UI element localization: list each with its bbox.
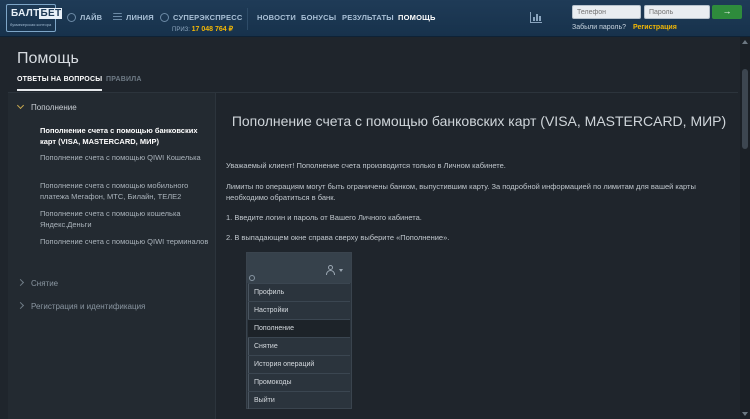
arrow-right-icon: → (722, 6, 732, 16)
jackpot: ПРИЗ: 17 048 764 ₽ (172, 26, 234, 33)
menu-item: Снятие (248, 337, 350, 355)
menu-item: Настройки (248, 301, 350, 319)
article-title: Пополнение счета с помощью банковских ка… (231, 113, 727, 129)
jackpot-value: 17 048 764 ₽ (191, 26, 234, 33)
user-icon (326, 265, 335, 275)
tab-faq[interactable]: ОТВЕТЫ НА ВОПРОСЫ (17, 76, 103, 91)
menu-item: Промокоды (248, 373, 350, 391)
paragraph: 2. В выпадающем окне справа сверху выбер… (226, 233, 450, 242)
login-button[interactable]: → (712, 5, 742, 19)
top-bar: БАЛТБЕТ букмекерская контора ЛАЙВ ЛИНИЯ … (0, 0, 750, 37)
scroll-up-icon[interactable] (742, 40, 748, 44)
nav-line[interactable]: ЛИНИЯ (113, 13, 154, 22)
nav-news[interactable]: НОВОСТИ (257, 13, 296, 22)
paragraph: Лимиты по операциям могут быть ограничен… (226, 182, 696, 202)
forgot-password-link[interactable]: Забыли пароль? (572, 24, 626, 31)
illustration-account-menu: Профиль Настройки Пополнение Снятие Исто… (246, 252, 352, 409)
register-link[interactable]: Регистрация (633, 24, 677, 31)
sidebar-item-qiwi-terminals[interactable]: Пополнение счета с помощью QIWI терминал… (40, 237, 215, 248)
phone-input[interactable] (572, 5, 641, 19)
logo-word-1: БАЛТ (11, 8, 40, 19)
stats-icon[interactable] (530, 12, 542, 23)
chevron-right-icon (16, 301, 25, 310)
superexpress-icon (160, 13, 169, 22)
nav-divider (247, 8, 248, 30)
sidebar-item-yandex-money[interactable]: Пополнение счета с помощью кошелька Янде… (40, 209, 215, 230)
page-title: Помощь (17, 50, 79, 67)
scrollbar[interactable] (740, 37, 750, 419)
logo-tagline: букмекерская контора (10, 22, 52, 27)
nav-results[interactable]: РЕЗУЛЬТАТЫ (342, 13, 394, 22)
nav-help[interactable]: ПОМОЩЬ (398, 13, 436, 22)
menu-item: Профиль (248, 283, 350, 301)
scrollbar-thumb[interactable] (742, 69, 748, 149)
logo-word-2: БЕТ (39, 8, 63, 19)
nav-superexpress[interactable]: СУПЕРЭКСПРЕСС (160, 13, 242, 22)
menu-item: История операций (248, 355, 350, 373)
tab-rules[interactable]: ПРАВИЛА (106, 76, 142, 83)
chevron-right-icon (16, 278, 25, 287)
list-icon (113, 13, 122, 22)
paragraph: Уважаемый клиент! Пополнение счета произ… (226, 161, 506, 170)
sidebar-section-deposit[interactable]: Пополнение (16, 101, 77, 112)
sidebar-item-mobile-payment[interactable]: Пополнение счета с помощью мобильного пл… (40, 181, 215, 202)
menu-item: Выйти (248, 391, 350, 409)
live-icon (67, 13, 76, 22)
menu-item: Пополнение (248, 319, 350, 337)
logo[interactable]: БАЛТБЕТ букмекерская контора (6, 4, 63, 32)
sidebar-item-bank-cards[interactable]: Пополнение счета с помощью банковских ка… (40, 126, 215, 147)
password-input[interactable] (644, 5, 710, 19)
sidebar-section-withdrawal[interactable]: Снятие (16, 278, 58, 288)
chevron-down-icon (16, 101, 25, 110)
sidebar: Пополнение Пополнение счета с помощью ба… (8, 93, 216, 419)
paragraph: 1. Введите логин и пароль от Вашего Личн… (226, 213, 422, 222)
sidebar-item-qiwi-wallet[interactable]: Пополнение счета с помощью QIWI Кошелька (40, 153, 215, 164)
nav-live[interactable]: ЛАЙВ (67, 13, 102, 22)
eye-icon (249, 275, 255, 281)
scroll-down-icon[interactable] (742, 412, 748, 416)
nav-bonuses[interactable]: БОНУСЫ (301, 13, 336, 22)
caret-down-icon (339, 269, 343, 272)
sidebar-section-registration[interactable]: Регистрация и идентификация (16, 301, 145, 311)
